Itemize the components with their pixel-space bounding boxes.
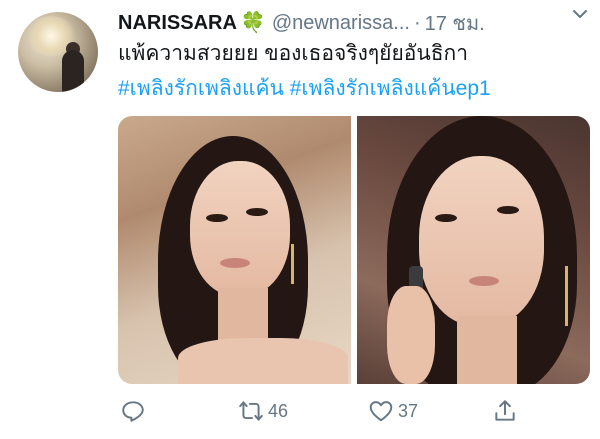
photo-neck	[457, 316, 517, 384]
tweet-actions: 46 37	[118, 396, 590, 426]
photo-eye	[246, 208, 268, 216]
retweet-icon	[239, 401, 263, 421]
photo-face	[190, 161, 290, 296]
photo-earring	[565, 266, 568, 326]
tweet-header: NARISSARA 🍀 @newnarissa... · 17 ชม.	[118, 10, 590, 36]
share-icon	[495, 400, 515, 421]
photo-lips	[469, 276, 499, 286]
retweet-count: 46	[268, 400, 289, 421]
like-count: 37	[398, 400, 419, 421]
tweet-timestamp[interactable]: 17 ชม.	[425, 7, 485, 39]
photo-shoulder	[178, 338, 348, 384]
tweet-card[interactable]: NARISSARA 🍀 @newnarissa... · 17 ชม. แพ้ค…	[0, 0, 600, 439]
photo-hand	[387, 286, 435, 384]
hashtag-link[interactable]: #เพลิงรักเพลิงแค้นep1	[290, 77, 491, 100]
photo-lips	[220, 258, 250, 268]
retweet-button[interactable]: 46	[238, 396, 288, 426]
media-photo[interactable]	[357, 116, 590, 384]
photo-eye	[435, 214, 457, 222]
avatar-figure	[62, 50, 84, 92]
photo-eye	[497, 206, 519, 214]
share-button[interactable]	[492, 396, 518, 426]
heart-icon	[369, 401, 393, 422]
chevron-down-icon[interactable]	[570, 4, 590, 24]
photo-earring	[291, 244, 294, 284]
hashtag-link[interactable]: #เพลิงรักเพลิงแค้น	[118, 77, 284, 100]
media-grid	[118, 116, 590, 384]
media-photo[interactable]	[118, 116, 351, 384]
reply-button[interactable]	[120, 396, 146, 426]
tweet-hashtags: #เพลิงรักเพลิงแค้น #เพลิงรักเพลิงแค้นep1	[118, 75, 491, 103]
author-handle[interactable]: @newnarissa...	[272, 12, 410, 35]
tweet-text: แพ้ความสวยยย ของเธอจริงๆยัยอันธิกา	[118, 42, 469, 65]
avatar[interactable]	[18, 12, 98, 92]
separator-dot: ·	[413, 11, 421, 34]
photo-eye	[206, 214, 228, 222]
like-button[interactable]: 37	[368, 396, 418, 426]
photo-face	[419, 156, 544, 326]
clover-emoji-icon: 🍀	[240, 12, 266, 34]
reply-icon	[122, 401, 144, 422]
author-name[interactable]: NARISSARA	[118, 12, 237, 35]
